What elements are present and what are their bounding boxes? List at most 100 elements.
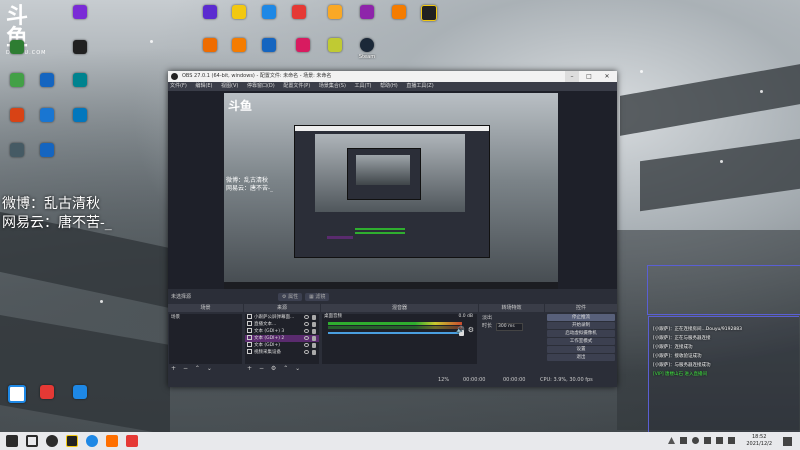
visibility-eye-icon[interactable] — [304, 329, 309, 333]
source-item[interactable]: 文本 (GDI+) — [245, 342, 319, 349]
source-item[interactable]: 小跟萨公屏弹幕面... — [245, 314, 319, 321]
lock-icon[interactable] — [312, 343, 316, 348]
transition-type-row[interactable]: 淡出 — [480, 314, 543, 322]
move-up-icon[interactable]: ⌃ — [283, 365, 288, 372]
desktop-icon[interactable] — [63, 385, 97, 401]
remove-source-icon[interactable]: − — [259, 365, 264, 372]
exit-button[interactable]: 退出 — [547, 354, 615, 361]
minimize-button[interactable]: – — [565, 71, 579, 82]
keyboard-icon[interactable] — [728, 437, 735, 444]
desktop-icon[interactable] — [318, 38, 352, 54]
desktop-icon[interactable] — [30, 143, 64, 159]
desktop-icon[interactable] — [222, 5, 256, 21]
desktop-icon[interactable] — [63, 108, 97, 124]
app-icon-2[interactable] — [126, 435, 138, 447]
menu-docks[interactable]: 停靠窗口(D) — [247, 83, 275, 89]
obs-icon[interactable] — [46, 435, 58, 447]
stop-streaming-button[interactable]: 停止推流 — [547, 314, 615, 321]
desktop-icon[interactable] — [0, 40, 34, 56]
tray-icon[interactable] — [716, 437, 723, 444]
network-icon[interactable] — [680, 437, 687, 444]
desktop-icon[interactable] — [30, 385, 64, 401]
remove-scene-icon[interactable]: − — [183, 365, 188, 372]
desktop-icon[interactable] — [382, 5, 416, 21]
volume-icon[interactable] — [692, 437, 699, 444]
obs-titlebar[interactable]: OBS 27.0.1 (64-bit, windows) - 配置文件: 未命名… — [168, 71, 617, 82]
douyu-icon[interactable] — [106, 435, 118, 447]
preview-area[interactable]: 斗鱼 微博：乱古清秋 网易云：唐不苦-_ — [168, 91, 617, 289]
desktop-icon[interactable] — [0, 143, 34, 159]
add-scene-icon[interactable]: + — [171, 365, 176, 372]
source-item[interactable]: 直播文本... — [245, 321, 319, 328]
visibility-eye-icon[interactable] — [304, 322, 309, 326]
menu-help[interactable]: 帮助(H) — [380, 83, 398, 89]
desktop-icon[interactable] — [63, 5, 97, 21]
scene-item[interactable]: 场景 — [169, 314, 242, 321]
lock-icon[interactable] — [312, 350, 316, 355]
desktop-icon[interactable] — [63, 40, 97, 56]
chevron-up-icon[interactable] — [668, 437, 675, 444]
tray-icon[interactable] — [704, 437, 711, 444]
close-button[interactable]: ✕ — [600, 71, 614, 82]
mixer-gear-icon[interactable]: ⚙ — [468, 326, 474, 334]
lock-icon[interactable] — [312, 329, 316, 334]
filters-button[interactable]: ▦ 滤镜 — [305, 293, 330, 301]
menu-stream-tools[interactable]: 直播工具(Z) — [406, 83, 433, 89]
visibility-eye-icon[interactable] — [304, 315, 309, 319]
preview-canvas[interactable]: 斗鱼 微博：乱古清秋 网易云：唐不苦-_ — [224, 93, 558, 289]
desktop-icon[interactable] — [30, 108, 64, 124]
move-up-icon[interactable]: ⌃ — [195, 365, 200, 372]
menu-edit[interactable]: 编辑(E) — [195, 83, 212, 89]
desktop-icon[interactable] — [0, 385, 34, 405]
menu-view[interactable]: 视图(V) — [221, 83, 238, 89]
add-source-icon[interactable]: + — [247, 365, 252, 372]
speaker-icon[interactable]: 🔊 — [456, 326, 465, 334]
task-view-icon[interactable] — [26, 435, 38, 447]
duration-input[interactable]: 300 ms — [496, 323, 523, 331]
move-down-icon[interactable]: ⌄ — [295, 365, 300, 372]
desktop-icon[interactable] — [318, 5, 352, 21]
start-virtual-camera-button[interactable]: 启动虚拟摄像机 — [547, 330, 615, 337]
properties-button[interactable]: ⚙ 属性 — [278, 293, 303, 301]
sources-list[interactable]: 小跟萨公屏弹幕面... 直播文本... 文本 (GDI+) 3 文本 (GDI+… — [245, 314, 319, 364]
visibility-eye-icon[interactable] — [304, 343, 309, 347]
settings-button[interactable]: 设置 — [547, 346, 615, 353]
lock-icon[interactable] — [312, 336, 316, 341]
menu-profile[interactable]: 配置文件(P) — [283, 83, 310, 89]
source-item[interactable]: 文本 (GDI+) 3 — [245, 328, 319, 335]
lock-icon[interactable] — [312, 322, 316, 327]
notification-icon[interactable] — [783, 437, 792, 446]
visibility-eye-icon[interactable] — [304, 350, 309, 354]
menu-file[interactable]: 文件(F) — [170, 83, 187, 89]
desktop-icon[interactable] — [63, 73, 97, 89]
desktop-icon[interactable] — [350, 5, 384, 21]
menu-tools[interactable]: 工具(T) — [355, 83, 372, 89]
clock[interactable]: 18:52 2021/12/2 — [746, 434, 772, 448]
desktop-icon[interactable] — [252, 38, 286, 54]
maximize-button[interactable]: □ — [582, 71, 596, 82]
source-item[interactable]: 视频采集设备 — [245, 349, 319, 356]
visibility-eye-icon[interactable] — [304, 336, 309, 340]
desktop-icon[interactable] — [30, 73, 64, 89]
scenes-list[interactable]: 场景 — [169, 314, 242, 364]
nested-obs-preview — [294, 125, 490, 258]
source-item-selected[interactable]: 文本 (GDI+) 2 — [245, 335, 319, 342]
lock-icon[interactable] — [312, 315, 316, 320]
source-settings-icon[interactable]: ⚙ — [271, 365, 276, 372]
volume-slider[interactable] — [328, 330, 464, 336]
app-icon[interactable] — [66, 435, 78, 447]
desktop-icon[interactable] — [222, 38, 256, 54]
desktop-icon[interactable] — [282, 5, 316, 21]
edge-icon[interactable] — [86, 435, 98, 447]
start-recording-button[interactable]: 开始录制 — [547, 322, 615, 329]
studio-mode-button[interactable]: 工作室模式 — [547, 338, 615, 345]
desktop-icon[interactable] — [252, 5, 286, 21]
desktop-icon[interactable] — [286, 38, 320, 54]
desktop-icon[interactable] — [0, 108, 34, 124]
move-down-icon[interactable]: ⌄ — [207, 365, 212, 372]
menu-scene-collection[interactable]: 场景集合(S) — [319, 83, 346, 89]
windows-start-icon[interactable] — [6, 435, 18, 447]
desktop-icon[interactable] — [412, 5, 446, 23]
desktop-icon[interactable] — [0, 73, 34, 89]
steam-desktop-icon[interactable]: Steam — [350, 38, 384, 60]
